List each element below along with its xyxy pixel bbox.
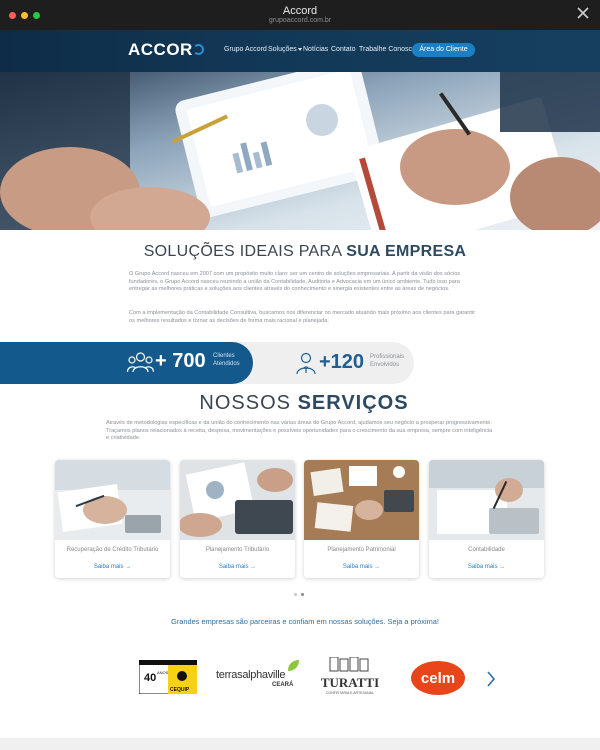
nav-link-noticias[interactable]: Notícias (303, 46, 328, 53)
cequip-name-text: CEQUIP (170, 687, 190, 693)
partner-logo-turatti[interactable]: TURATTI CONFEITARIA E ARTESANAL (310, 656, 390, 697)
leaf-icon (288, 660, 299, 671)
service-card-tributario-link[interactable]: Saiba mais → (180, 564, 295, 570)
intro-paragraph-2: Com a implementação da Contabilidade Con… (129, 310, 476, 324)
service-card-patrimonial[interactable]: Planejamento Patrimonial Saiba mais → (304, 460, 419, 578)
cequip-logo-image: 40 ANOS CEQUIP (138, 659, 198, 695)
terrasalphaville-text: terrasalphaville (216, 669, 286, 681)
service-card-credito[interactable]: Recuperação de Crédito Tributário Saiba … (55, 460, 170, 578)
stat-professionals-number: +120 (319, 351, 365, 373)
stat-professionals-label: Profissionais Envolvidos (370, 354, 404, 369)
intro-paragraph-1: O Grupo Accord nasceu em 2007 com um pro… (129, 271, 461, 293)
stat-clients-label-line1: Clientes (213, 353, 235, 359)
service-card-patrimonial-image (304, 460, 419, 540)
nav-link-trabalhe-conosco[interactable]: Trabalhe Conosco (359, 46, 416, 53)
terrasalphaville-ceara-text: CEARÁ (272, 682, 294, 688)
client-area-button[interactable]: Área do Cliente (412, 43, 475, 57)
people-group-icon (127, 352, 154, 373)
partner-logo-celm[interactable]: celm (409, 657, 467, 697)
services-heading-bold: SERVIÇOS (297, 392, 409, 414)
turatti-logo-image: TURATTI CONFEITARIA E ARTESANAL (321, 656, 379, 695)
service-card-patrimonial-title: Planejamento Patrimonial (327, 547, 396, 553)
carousel-dot-1[interactable] (294, 593, 297, 596)
turatti-sub-text: CONFEITARIA E ARTESANAL (326, 691, 374, 695)
stat-clients-number: + 700 (155, 350, 206, 372)
solutions-heading-light: SOLUÇÕES IDEAIS PARA (143, 243, 347, 260)
services-heading: NOSSOS SERVIÇOS (0, 392, 600, 415)
partners-tagline: Grandes empresas são parceiras e confiam… (171, 617, 439, 626)
service-card-patrimonial-link[interactable]: Saiba mais → (304, 564, 419, 570)
window-titlebar: Accord grupoaccord.com.br (0, 0, 600, 30)
service-card-credito-image (55, 460, 170, 540)
chevron-down-icon (297, 47, 302, 51)
service-card-tributario[interactable]: Planejamento Tributário Saiba mais → (180, 460, 295, 578)
cequip-anos-text: ANOS (157, 670, 169, 675)
service-card-contabilidade-title: Contabilidade (468, 547, 505, 553)
window-url: grupoaccord.com.br (268, 17, 332, 24)
cequip-anniversary-text: 40 (144, 672, 156, 684)
nav-link-contato[interactable]: Contato (331, 46, 356, 53)
stat-clients-label: Clientes Atendidos (213, 353, 240, 368)
nav-link-solucoes-label: Soluções (268, 46, 297, 53)
partner-logo-cequip[interactable]: 40 ANOS CEQUIP (138, 657, 198, 697)
nav-link-solucoes[interactable]: Soluções (268, 46, 302, 53)
hero-image (0, 72, 600, 230)
celm-name-text: celm (421, 670, 455, 687)
service-card-credito-link[interactable]: Saiba mais → (55, 564, 170, 570)
professional-icon (296, 352, 316, 375)
accord-logo[interactable]: ACCOR (128, 40, 193, 60)
solutions-heading: SOLUÇÕES IDEAIS PARA SUA EMPRESA (0, 243, 600, 261)
partner-logo-terrasalphaville[interactable]: terrasalphaville CEARÁ (216, 657, 302, 697)
stat-professionals-label-line2: Envolvidos (370, 361, 400, 368)
service-card-credito-title: Recuperação de Crédito Tributário (66, 547, 159, 553)
solutions-heading-bold: SUA EMPRESA (346, 243, 467, 260)
stat-clients-label-line2: Atendidos (213, 360, 240, 367)
service-card-contabilidade-image (429, 460, 544, 540)
service-card-tributario-image (180, 460, 295, 540)
chevron-right-icon[interactable] (486, 670, 496, 688)
window-title: Accord (282, 5, 318, 17)
service-card-contabilidade[interactable]: Contabilidade Saiba mais → (429, 460, 544, 578)
turatti-name-text: TURATTI (321, 675, 379, 690)
footer-band (0, 738, 600, 750)
service-card-contabilidade-link[interactable]: Saiba mais → (429, 564, 544, 570)
site-navbar: ACCOR Grupo Accord Soluções Notícias Con… (0, 30, 600, 72)
service-card-tributario-title: Planejamento Tributário (205, 547, 270, 553)
services-heading-light: NOSSOS (199, 392, 298, 414)
services-description: Através de metodologias específicas e da… (106, 420, 493, 442)
close-icon[interactable] (576, 6, 590, 20)
nav-link-grupo-accord[interactable]: Grupo Accord (224, 46, 267, 53)
stat-professionals-label-line1: Profissionais (370, 354, 405, 360)
logo-ring-icon (193, 44, 204, 55)
celm-logo-image: celm (411, 661, 465, 695)
carousel-dot-2-active[interactable] (301, 593, 304, 596)
